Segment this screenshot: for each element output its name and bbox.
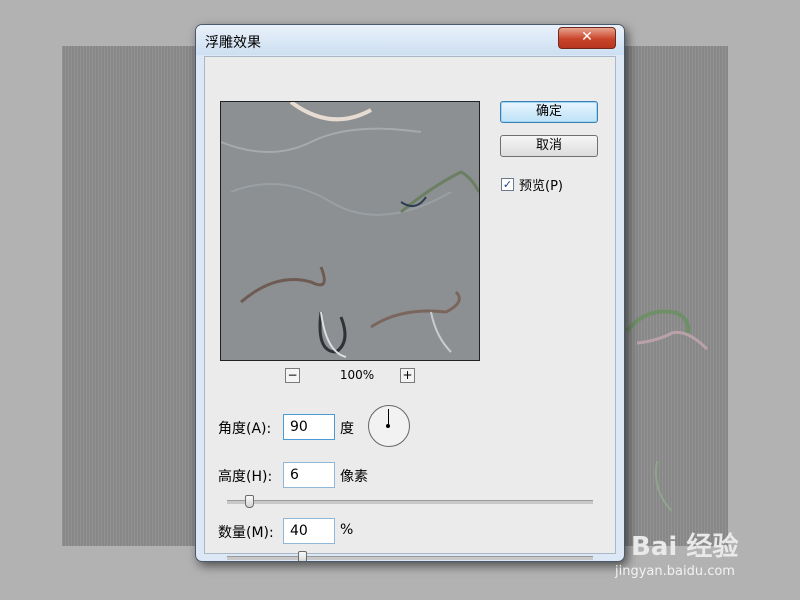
height-slider-thumb[interactable]: [244, 495, 254, 508]
angle-label: 角度(A):: [218, 421, 272, 437]
amount-slider[interactable]: [227, 551, 593, 561]
preview-checkbox[interactable]: ✓: [501, 178, 514, 191]
angle-input[interactable]: 90: [283, 414, 335, 440]
height-slider[interactable]: [227, 495, 593, 508]
amount-label: 数量(M):: [218, 525, 274, 541]
height-unit: 像素: [340, 469, 368, 485]
checkmark-icon: ✓: [502, 178, 513, 191]
watermark-url: jingyan.baidu.com: [615, 564, 735, 579]
plus-icon: +: [402, 368, 413, 382]
dialog-titlebar[interactable]: 浮雕效果 ✕: [196, 25, 624, 55]
filter-preview[interactable]: [220, 101, 480, 361]
watermark-brand: Bai 经验: [631, 532, 739, 562]
close-icon: ✕: [581, 29, 593, 45]
height-label: 高度(H):: [218, 469, 273, 485]
height-input[interactable]: 6: [283, 462, 335, 488]
dialog-title: 浮雕效果: [205, 35, 261, 51]
amount-unit: %: [340, 522, 354, 538]
preview-checkbox-label[interactable]: 预览(P): [519, 175, 563, 194]
amount-input[interactable]: 40: [283, 518, 335, 544]
cancel-button[interactable]: 取消: [500, 135, 598, 157]
zoom-level: 100%: [339, 368, 375, 382]
amount-slider-thumb[interactable]: [298, 551, 308, 561]
minus-icon: −: [287, 368, 298, 382]
ok-button[interactable]: 确定: [500, 101, 598, 123]
angle-dial-center: [386, 424, 390, 428]
preview-image: [221, 102, 479, 360]
zoom-out-button[interactable]: −: [285, 368, 300, 383]
canvas-embossed-shape: [625, 309, 709, 512]
baidu-jingyan-watermark: Bai 经验 jingyan.baidu.com: [615, 520, 765, 590]
emboss-dialog: 浮雕效果 ✕ − 100% + 确定 取消 ✓ 预览(P) 角度(A): 90 …: [195, 24, 625, 562]
close-button[interactable]: ✕: [558, 27, 616, 49]
angle-dial[interactable]: [368, 405, 410, 447]
dialog-body: − 100% + 确定 取消 ✓ 预览(P) 角度(A): 90 度 高度(H)…: [204, 56, 616, 561]
angle-unit: 度: [340, 421, 354, 437]
zoom-in-button[interactable]: +: [400, 368, 415, 383]
